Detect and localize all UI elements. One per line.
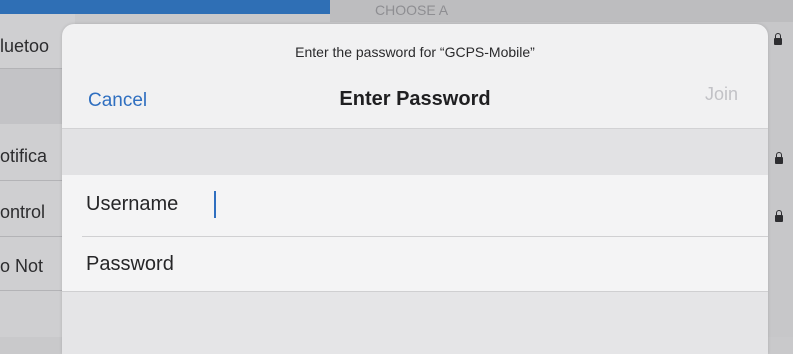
lock-icon bbox=[775, 210, 783, 222]
password-field[interactable]: Password bbox=[62, 237, 768, 291]
username-label: Username bbox=[86, 193, 179, 215]
sidebar-top-bar bbox=[0, 0, 330, 14]
network-section-header: CHOOSE A bbox=[330, 0, 793, 22]
dialog-title: Enter Password bbox=[339, 88, 491, 110]
dialog-prompt: Enter the password for “GCPS-Mobile” bbox=[295, 44, 535, 60]
join-button[interactable]: Join bbox=[705, 84, 738, 105]
username-field[interactable]: Username bbox=[62, 175, 768, 237]
password-label: Password bbox=[86, 253, 174, 275]
text-cursor bbox=[214, 191, 216, 218]
form-bottom-gap bbox=[62, 292, 768, 354]
form-section-gap bbox=[62, 129, 768, 175]
enter-password-dialog: Enter the password for “GCPS-Mobile” Can… bbox=[62, 24, 768, 354]
lock-icon bbox=[774, 33, 782, 45]
lock-icon bbox=[775, 152, 783, 164]
